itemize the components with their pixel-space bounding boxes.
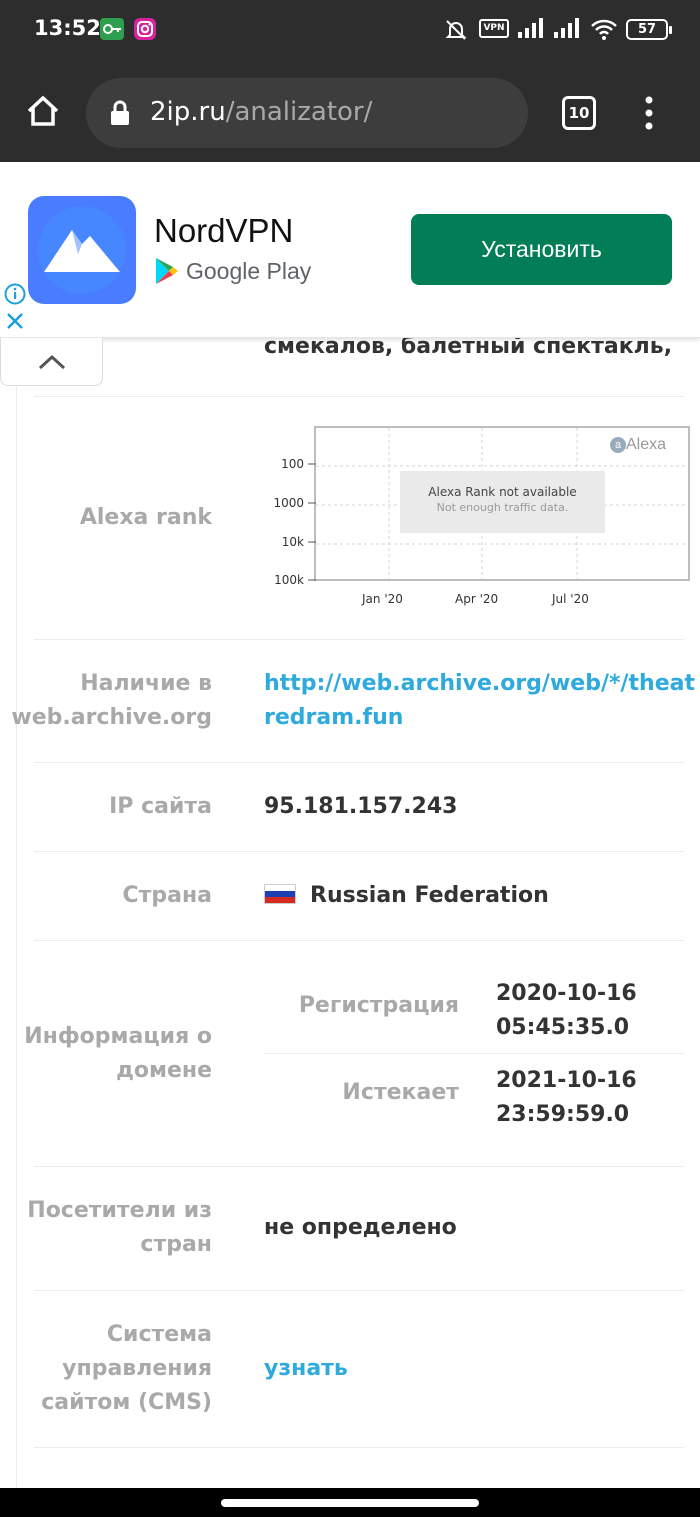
x-tick-label: Apr '20 [455, 592, 499, 606]
x-tick-label: Jan '20 [362, 592, 403, 606]
tab-switcher-button[interactable]: 10 [562, 96, 596, 130]
vpn-badge: VPN [479, 19, 509, 38]
ad-app-name: NordVPN [154, 212, 294, 249]
alexa-message: Alexa Rank not available Not enough traf… [400, 471, 605, 533]
archive-row: Наличие в web.archive.org http://web.arc… [11, 640, 695, 763]
status-bar: 13:52 VPN 57 [0, 0, 700, 62]
visitors-row: Посетители из стран не определено [27, 1167, 684, 1291]
battery-indicator: 57 [626, 19, 672, 40]
alexa-logo: a Alexa [610, 436, 666, 454]
nordvpn-logo[interactable] [28, 196, 136, 304]
expires-label: Истекает [342, 1080, 459, 1105]
ad-info-icon[interactable] [4, 283, 26, 309]
chevron-up-icon [38, 354, 66, 374]
y-tick-label: 100 [281, 457, 304, 471]
instagram-icon [134, 18, 156, 40]
ip-label: IP сайта [109, 794, 212, 819]
ad-close-icon[interactable] [6, 312, 24, 334]
alexa-logo-icon: a [610, 437, 626, 453]
country-name: Russian Federation [310, 883, 549, 908]
expires-time: 23:59:59.0 [496, 1102, 630, 1127]
country-value: Russian Federation [264, 879, 549, 913]
archive-link-line1: http://web.archive.org/web/*/theat [264, 671, 695, 696]
cms-detect-link[interactable]: узнать [264, 1352, 348, 1386]
wifi-icon [590, 18, 618, 40]
url-path: /analizator/ [225, 97, 373, 127]
system-nav-bar [0, 1488, 700, 1517]
registration-date: 2020-10-16 [496, 981, 637, 1006]
russia-flag-icon [264, 884, 296, 904]
registration-time: 05:45:35.0 [496, 1015, 630, 1040]
x-tick-label: Jul '20 [552, 592, 589, 606]
registration-value: 2020-10-16 05:45:35.0 [496, 977, 637, 1045]
alexa-message-title: Alexa Rank not available [428, 485, 577, 499]
domain-info-label: Информация о домене [24, 1024, 212, 1083]
signal-icon [518, 18, 544, 40]
more-menu-icon[interactable] [642, 96, 656, 134]
country-label: Страна [122, 883, 212, 908]
browser-top-bar: 13:52 VPN 57 2ip.ru/analizator/ 10 [0, 0, 700, 162]
archive-label: Наличие в web.archive.org [11, 671, 212, 730]
alexa-message-sub: Not enough traffic data. [436, 501, 569, 514]
expires-date: 2021-10-16 [496, 1068, 637, 1093]
y-tick-label: 1000 [273, 496, 304, 510]
y-tick-label: 100k [274, 573, 304, 587]
registration-label: Регистрация [298, 993, 459, 1018]
silent-mode-icon [444, 18, 468, 40]
ad-store-name: Google Play [186, 258, 312, 284]
home-icon[interactable] [26, 94, 60, 132]
vpn-key-app-icon [100, 18, 124, 40]
ip-value: 95.181.157.243 [264, 794, 458, 819]
ad-banner[interactable]: NordVPN Google Play Установить [0, 162, 700, 338]
archive-link-line2: redram.fun [264, 705, 404, 730]
address-bar[interactable]: 2ip.ru/analizator/ [86, 78, 528, 148]
visitors-value: не определено [264, 1215, 457, 1240]
expires-row: Истекает 2021-10-16 23:59:59.0 [264, 1064, 684, 1141]
ip-row: IP сайта 95.181.157.243 [34, 763, 684, 852]
y-tick-label: 10k [281, 535, 304, 549]
google-play-icon [155, 257, 179, 289]
signal-icon-2 [554, 18, 580, 40]
visitors-label: Посетители из стран [27, 1198, 212, 1257]
expires-value: 2021-10-16 23:59:59.0 [496, 1064, 637, 1132]
alexa-rank-label: Alexa rank [79, 505, 212, 530]
status-time: 13:52 [34, 16, 101, 40]
country-row: Страна Russian Federation [34, 852, 684, 941]
url-text: 2ip.ru/analizator/ [150, 97, 372, 127]
chart-y-axis [308, 463, 316, 581]
home-gesture-pill[interactable] [221, 1499, 479, 1507]
url-host: 2ip.ru [150, 97, 226, 127]
install-button[interactable]: Установить [411, 214, 672, 285]
registration-row: Регистрация 2020-10-16 05:45:35.0 [264, 977, 684, 1054]
alexa-logo-text: Alexa [626, 436, 667, 453]
cms-row: Система управления сайтом (CMS) узнать [34, 1291, 684, 1448]
archive-link[interactable]: http://web.archive.org/web/*/theat redram… [264, 667, 695, 735]
lock-icon [110, 100, 130, 130]
cms-label: Система управления сайтом (CMS) [41, 1322, 212, 1415]
collapse-ad-button[interactable] [0, 338, 103, 386]
